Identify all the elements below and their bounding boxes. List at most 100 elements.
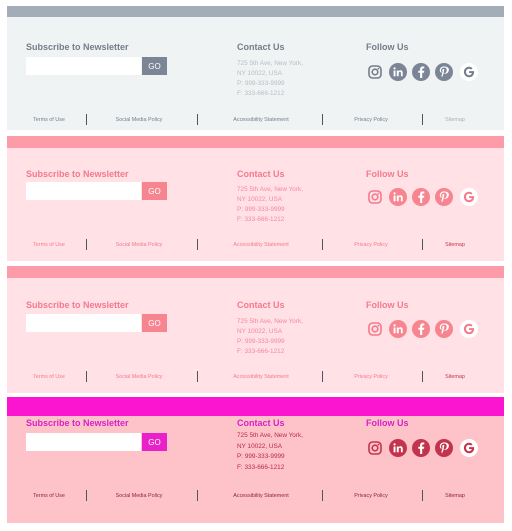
footer-link-accessibility[interactable]: Accessibility Statement (226, 117, 296, 123)
linkedin-icon[interactable] (389, 439, 407, 457)
link-separator (197, 490, 198, 501)
contact-fax: F: 333-666-1212 (237, 464, 285, 471)
footer-link-terms[interactable]: Terms of Use (29, 117, 69, 123)
contact-phone: P: 999-333-9999 (237, 338, 285, 345)
contact-fax: F: 333-666-1212 (237, 348, 285, 355)
link-separator (322, 371, 323, 382)
facebook-icon[interactable] (412, 188, 430, 206)
instagram-icon[interactable] (366, 320, 384, 338)
contact-phone: P: 999-333-9999 (237, 80, 285, 87)
follow-us-title: Follow Us (366, 169, 409, 179)
footer-link-sitemap[interactable]: Sitemap (440, 374, 470, 380)
contact-address-line-2: NY 10022, USA (237, 70, 282, 77)
link-separator (422, 239, 423, 250)
link-separator (86, 114, 87, 125)
pinterest-icon[interactable] (435, 439, 453, 457)
linkedin-icon[interactable] (389, 320, 407, 338)
footer-link-social-media-policy[interactable]: Social Media Policy (110, 242, 168, 248)
link-separator (422, 114, 423, 125)
link-separator (86, 239, 87, 250)
footer-link-accessibility[interactable]: Accessibility Statement (226, 242, 296, 248)
follow-us-title: Follow Us (366, 300, 409, 310)
footer-link-terms[interactable]: Terms of Use (29, 374, 69, 380)
pinterest-icon[interactable] (435, 188, 453, 206)
newsletter-email-input[interactable] (26, 433, 141, 451)
follow-us-title: Follow Us (366, 418, 409, 428)
contact-fax: F: 333-666-1212 (237, 90, 285, 97)
footer-link-sitemap[interactable]: Sitemap (440, 117, 470, 123)
contact-address-line-1: 725 5th Ave, New York, (237, 186, 303, 193)
newsletter-email-input[interactable] (26, 182, 141, 200)
site-footer: Subscribe to Newsletter GO Contact Us 72… (7, 397, 504, 523)
newsletter-go-button[interactable]: GO (142, 57, 167, 75)
link-separator (197, 371, 198, 382)
footer-link-privacy[interactable]: Privacy Policy (350, 242, 392, 248)
footer-link-social-media-policy[interactable]: Social Media Policy (110, 117, 168, 123)
footer-top-bar (7, 136, 504, 148)
footer-link-terms[interactable]: Terms of Use (29, 242, 69, 248)
newsletter-title: Subscribe to Newsletter (26, 418, 129, 428)
footer-panel: Subscribe to Newsletter GO Contact Us 72… (7, 17, 504, 130)
site-footer: Subscribe to Newsletter GO Contact Us 72… (7, 6, 504, 130)
newsletter-title: Subscribe to Newsletter (26, 300, 129, 310)
footer-link-accessibility[interactable]: Accessibility Statement (226, 374, 296, 380)
facebook-icon[interactable] (412, 320, 430, 338)
contact-address-line-2: NY 10022, USA (237, 328, 282, 335)
footer-top-bar (7, 266, 504, 278)
google-icon[interactable] (460, 320, 478, 338)
newsletter-go-button[interactable]: GO (142, 314, 167, 332)
linkedin-icon[interactable] (389, 63, 407, 81)
link-separator (197, 114, 198, 125)
google-icon[interactable] (460, 188, 478, 206)
contact-title: Contact Us (237, 42, 285, 52)
linkedin-icon[interactable] (389, 188, 407, 206)
pinterest-icon[interactable] (435, 63, 453, 81)
follow-us-title: Follow Us (366, 42, 409, 52)
footer-link-privacy[interactable]: Privacy Policy (350, 374, 392, 380)
footer-link-terms[interactable]: Terms of Use (29, 493, 69, 499)
footer-link-privacy[interactable]: Privacy Policy (350, 117, 392, 123)
contact-address-line-1: 725 5th Ave, New York, (237, 432, 303, 439)
contact-address-line-1: 725 5th Ave, New York, (237, 60, 303, 67)
instagram-icon[interactable] (366, 188, 384, 206)
contact-address-line-1: 725 5th Ave, New York, (237, 318, 303, 325)
pinterest-icon[interactable] (435, 320, 453, 338)
link-separator (322, 114, 323, 125)
instagram-icon[interactable] (366, 63, 384, 81)
footer-top-bar (7, 397, 504, 416)
footer-link-social-media-policy[interactable]: Social Media Policy (110, 493, 168, 499)
footer-link-sitemap[interactable]: Sitemap (440, 493, 470, 499)
facebook-icon[interactable] (412, 439, 430, 457)
footer-link-social-media-policy[interactable]: Social Media Policy (110, 374, 168, 380)
link-separator (322, 490, 323, 501)
footer-panel: Subscribe to Newsletter GO Contact Us 72… (7, 278, 504, 393)
site-footer: Subscribe to Newsletter GO Contact Us 72… (7, 136, 504, 261)
contact-title: Contact Us (237, 300, 285, 310)
footer-top-bar (7, 6, 504, 17)
newsletter-email-input[interactable] (26, 57, 141, 75)
contact-address-line-2: NY 10022, USA (237, 196, 282, 203)
link-separator (197, 239, 198, 250)
footer-panel: Subscribe to Newsletter GO Contact Us 72… (7, 148, 504, 261)
instagram-icon[interactable] (366, 439, 384, 457)
newsletter-title: Subscribe to Newsletter (26, 42, 129, 52)
newsletter-go-button[interactable]: GO (142, 433, 167, 451)
footer-link-privacy[interactable]: Privacy Policy (350, 493, 392, 499)
contact-fax: F: 333-666-1212 (237, 216, 285, 223)
contact-title: Contact Us (237, 418, 285, 428)
footer-link-accessibility[interactable]: Accessibility Statement (226, 493, 296, 499)
newsletter-go-button[interactable]: GO (142, 182, 167, 200)
link-separator (422, 490, 423, 501)
newsletter-title: Subscribe to Newsletter (26, 169, 129, 179)
google-icon[interactable] (460, 439, 478, 457)
link-separator (86, 371, 87, 382)
link-separator (86, 490, 87, 501)
google-icon[interactable] (460, 63, 478, 81)
footer-link-sitemap[interactable]: Sitemap (440, 242, 470, 248)
link-separator (422, 371, 423, 382)
contact-phone: P: 999-333-9999 (237, 206, 285, 213)
link-separator (322, 239, 323, 250)
contact-phone: P: 999-333-9999 (237, 453, 285, 460)
newsletter-email-input[interactable] (26, 314, 141, 332)
facebook-icon[interactable] (412, 63, 430, 81)
